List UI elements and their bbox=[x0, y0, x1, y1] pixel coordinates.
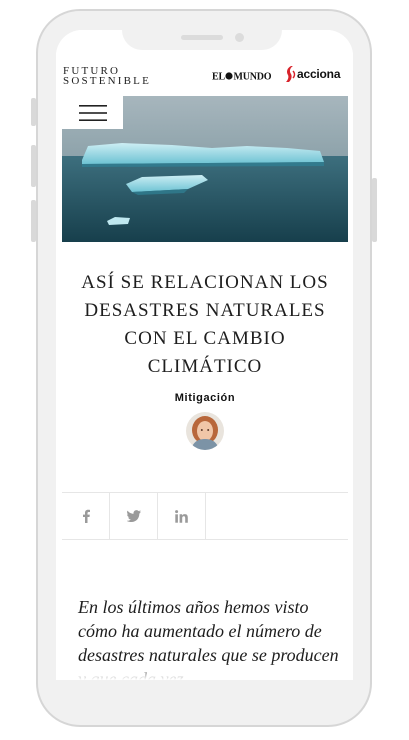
author-photo bbox=[186, 412, 224, 450]
svg-text:EL: EL bbox=[212, 72, 225, 83]
earpiece-speaker bbox=[181, 35, 223, 40]
site-brand[interactable]: FUTURO SOSTENIBLE bbox=[63, 66, 151, 87]
hamburger-menu-button[interactable] bbox=[62, 96, 123, 129]
brand-line-2: SOSTENIBLE bbox=[63, 75, 151, 87]
share-facebook-button[interactable] bbox=[62, 493, 110, 539]
volume-up-button bbox=[31, 145, 36, 187]
power-button bbox=[372, 178, 377, 242]
front-camera bbox=[235, 33, 244, 42]
svg-text:MUNDO: MUNDO bbox=[234, 72, 272, 83]
facebook-icon bbox=[82, 509, 90, 523]
mute-switch bbox=[31, 98, 36, 126]
article-card: ASÍ SE RELACIONAN LOS DESASTRES NATURALE… bbox=[62, 242, 348, 680]
acciona-wordmark: acciona bbox=[297, 67, 341, 81]
share-twitter-button[interactable] bbox=[110, 493, 158, 539]
content-fade bbox=[62, 662, 348, 680]
volume-down-button bbox=[31, 200, 36, 242]
el-mundo-logo[interactable]: EL MUNDO bbox=[212, 70, 272, 85]
share-bar bbox=[62, 492, 348, 540]
twitter-icon bbox=[126, 510, 141, 522]
author-avatar[interactable] bbox=[186, 412, 224, 450]
article-category[interactable]: Mitigación bbox=[62, 392, 348, 404]
hamburger-menu-icon bbox=[78, 104, 107, 121]
acciona-symbol-icon bbox=[286, 66, 296, 82]
phone-screen: FUTURO SOSTENIBLE EL MUNDO acciona ASÍ S… bbox=[56, 30, 353, 680]
share-linkedin-button[interactable] bbox=[158, 493, 206, 539]
acciona-logo[interactable]: acciona bbox=[284, 65, 340, 83]
el-mundo-logo-mark: EL MUNDO bbox=[212, 72, 272, 83]
article-title: ASÍ SE RELACIONAN LOS DESASTRES NATURALE… bbox=[81, 272, 329, 377]
linkedin-icon bbox=[175, 509, 188, 523]
